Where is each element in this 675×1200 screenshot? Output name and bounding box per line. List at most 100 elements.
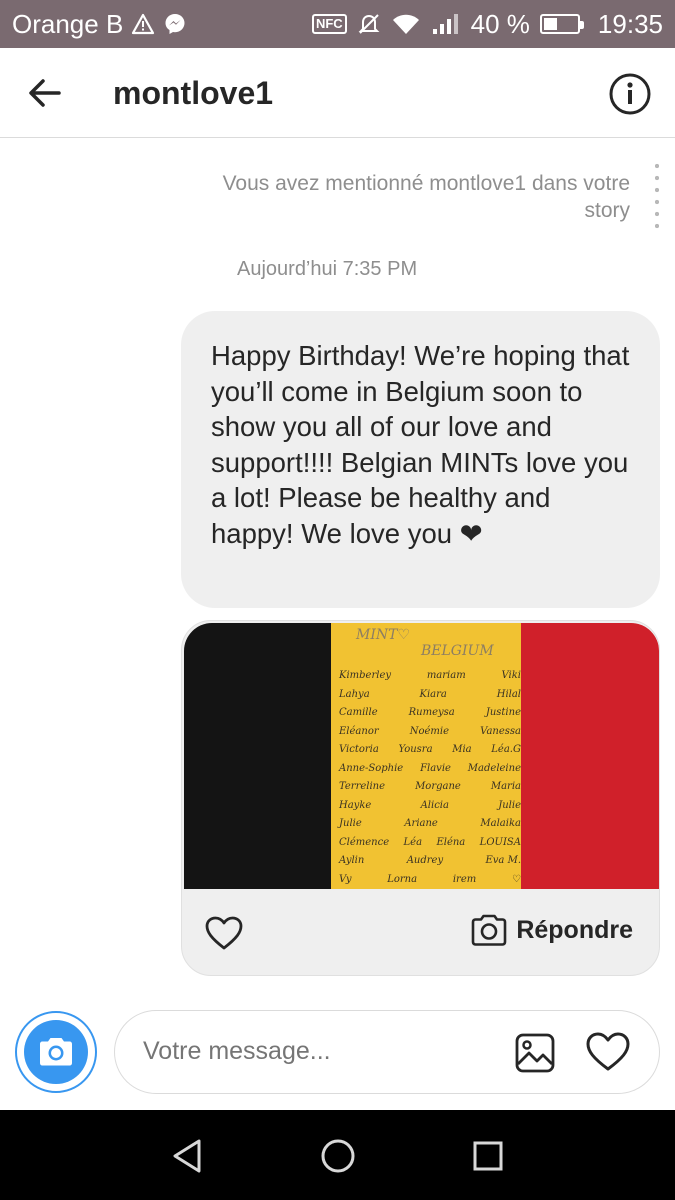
signal-icon: [431, 12, 461, 36]
signature-name: Camille: [339, 707, 378, 718]
signature-row: Anne-Sophie Flavie Madeleine: [339, 760, 521, 779]
signature-name: Julie: [498, 799, 521, 811]
signature-name: mariam: [426, 670, 466, 681]
signature-row: Lahya Kiara Hilal: [339, 686, 521, 705]
nav-back-button[interactable]: [165, 1134, 209, 1178]
signature-name: Eléanor: [339, 725, 379, 737]
battery-percent: 40 %: [470, 8, 530, 39]
signature-row: Terreline Morgane Maria: [339, 778, 521, 797]
nav-home-button[interactable]: [316, 1134, 360, 1178]
signature-name: Malaika: [480, 818, 521, 829]
message-timestamp: Aujourd’hui 7:35 PM: [237, 258, 418, 280]
signature-row: Camille Rumeysa Justine: [339, 704, 521, 723]
signature-name: Morgane: [415, 781, 461, 792]
signature-name: Viki: [501, 670, 521, 681]
signature-name: Victoria: [339, 744, 379, 755]
signature-name: Terreline: [339, 781, 386, 792]
story-mention-notice: Vous avez mentionné montlove1 dans votre…: [222, 172, 630, 222]
battery-icon: [539, 14, 584, 34]
signature-list: Kimberley mariam Viki Lahya Kiara Hilal Camill…: [339, 667, 521, 889]
signature-name: Ariane: [404, 818, 438, 829]
info-button[interactable]: [606, 70, 654, 118]
message-text: Happy Birthday! We’re hoping that you’ll…: [211, 340, 630, 549]
signature-name: Eva M.: [485, 855, 521, 866]
signature-name: LOUISA: [479, 836, 521, 848]
warning-icon: [131, 13, 155, 35]
signature-name: Yousra: [398, 744, 433, 755]
send-heart-button[interactable]: [585, 1031, 631, 1075]
signature-name: irem: [452, 873, 477, 885]
heart-outline-icon: [205, 916, 243, 950]
signature-name: Lahya: [339, 688, 370, 700]
reply-label: Répondre: [516, 915, 633, 944]
paper-subtitle: BELGIUM: [421, 643, 494, 659]
signature-name: Audrey: [406, 855, 444, 866]
message-composer: [0, 1000, 675, 1110]
signature-row: Hayke Alicia Julie: [339, 797, 521, 816]
gallery-button[interactable]: [513, 1031, 557, 1075]
wifi-icon: [391, 12, 421, 36]
signature-name: ♡: [512, 873, 521, 885]
messenger-icon: [163, 12, 187, 36]
signature-name: Justine: [485, 707, 521, 718]
camera-button[interactable]: [15, 1011, 97, 1093]
circle-home-icon: [321, 1139, 355, 1173]
system-navigation-bar: [0, 1110, 675, 1200]
conversation-header: montlove1: [0, 48, 675, 138]
flag-black-stripe: [184, 623, 331, 889]
signature-name: Vy: [339, 873, 352, 885]
flag-red-stripe: [521, 623, 659, 889]
signature-name: Julie: [339, 818, 362, 829]
nav-recents-button[interactable]: [466, 1134, 510, 1178]
story-image[interactable]: MINT♡ BELGIUM Kimberley mariam Viki Lahya Ki…: [184, 623, 659, 889]
signature-name: Maria: [490, 781, 521, 792]
story-reply-card[interactable]: MINT♡ BELGIUM Kimberley mariam Viki Lahya Ki…: [181, 620, 660, 976]
camera-outline-icon: [472, 914, 507, 946]
nfc-icon: NFC: [311, 14, 347, 34]
message-field[interactable]: [114, 1010, 660, 1094]
signature-name: Kimberley: [339, 670, 392, 681]
like-button[interactable]: [204, 915, 244, 951]
signature-name: Rumeysa: [408, 707, 455, 718]
back-button[interactable]: [22, 70, 68, 116]
message-input[interactable]: [143, 1037, 483, 1066]
signature-name: Vanessa: [480, 725, 521, 737]
signature-row: Clémence Léa Eléna LOUISA: [339, 834, 521, 853]
clock: 19:35: [597, 8, 663, 39]
signature-row: Julie Ariane Malaika: [339, 815, 521, 834]
carrier-name: Orange B: [12, 8, 124, 39]
signature-row: Eléanor Noémie Vanessa: [339, 723, 521, 742]
signature-name: Hayke: [339, 799, 372, 811]
signature-name: Mia: [452, 744, 472, 755]
back-arrow-icon: [29, 79, 61, 107]
signature-row: Aylin Audrey Eva M.: [339, 852, 521, 871]
signature-name: Léa.G: [491, 744, 521, 755]
conversation-title[interactable]: montlove1: [113, 75, 273, 112]
signature-row: Vy Lorna irem ♡: [339, 871, 521, 890]
signature-name: Clémence: [339, 836, 390, 848]
camera-icon: [40, 1038, 72, 1066]
camera-button-fill: [24, 1020, 88, 1084]
signature-name: Kiara: [419, 688, 447, 700]
status-bar: Orange B NFC 40 % 19:35: [0, 0, 675, 48]
signature-name: Anne-Sophie: [339, 762, 404, 774]
flag-yellow-stripe: MINT♡ BELGIUM Kimberley mariam Viki Lahya Ki…: [331, 623, 521, 889]
signature-name: Eléna: [436, 836, 466, 848]
signature-name: Hilal: [496, 688, 521, 700]
scroll-indicator[interactable]: [655, 160, 659, 230]
message-bubble[interactable]: Happy Birthday! We’re hoping that you’ll…: [181, 311, 660, 608]
paper-title: MINT♡: [356, 627, 411, 643]
image-icon: [515, 1033, 555, 1073]
signature-name: Léa: [403, 836, 423, 848]
signature-name: Lorna: [387, 873, 418, 885]
mute-icon: [357, 12, 381, 36]
info-icon: [609, 73, 651, 115]
signature-row: Kimberley mariam Viki: [339, 667, 521, 686]
reply-button[interactable]: Répondre: [470, 913, 633, 947]
signature-name: Aylin: [339, 855, 365, 866]
signature-name: Alicia: [420, 799, 449, 811]
triangle-back-icon: [173, 1139, 201, 1173]
heart-outline-icon: [586, 1032, 630, 1071]
heart-emoji: ❤: [459, 517, 483, 549]
signature-name: Noémie: [409, 725, 450, 737]
